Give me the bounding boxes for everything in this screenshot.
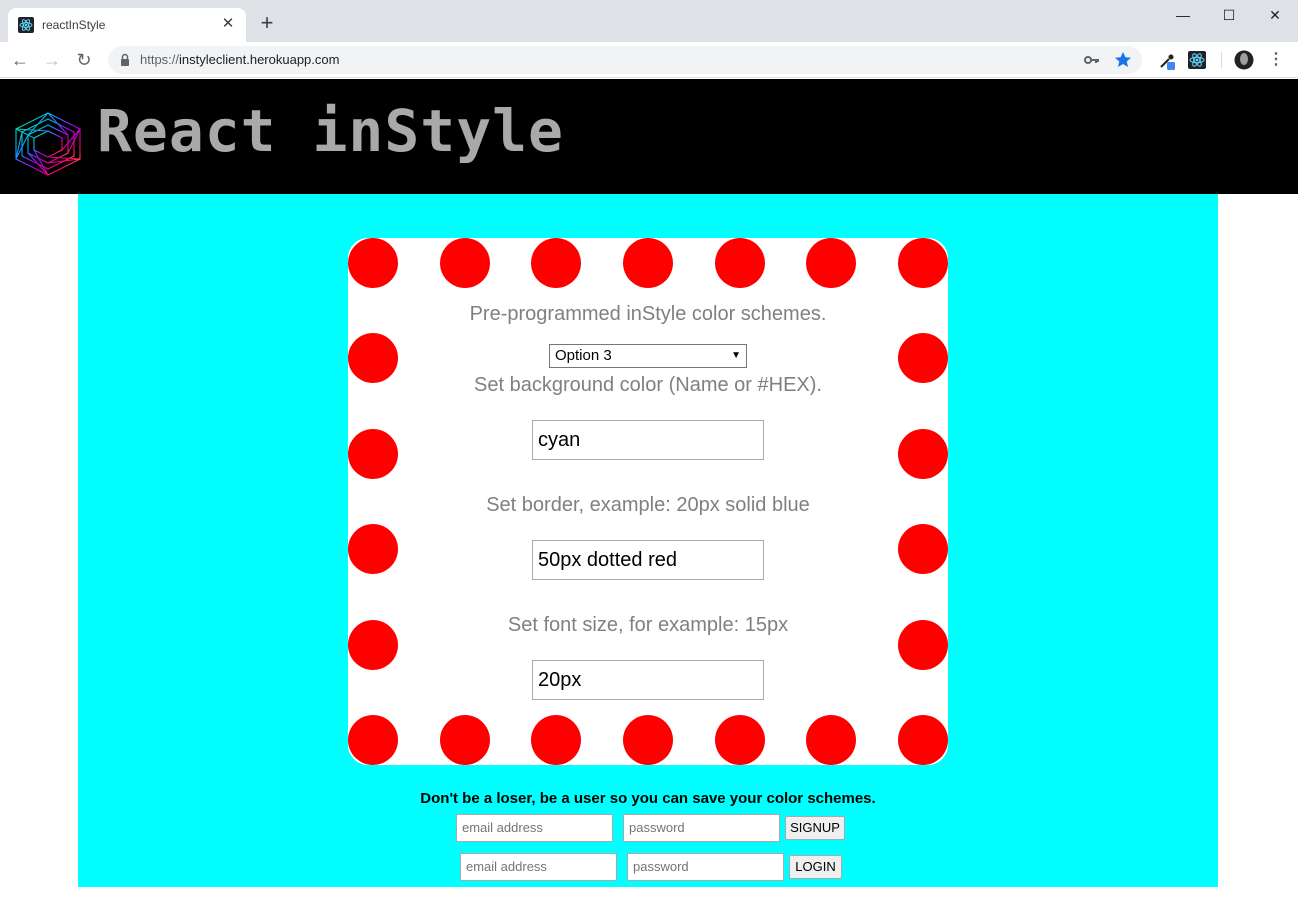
signup-email-input[interactable]: email address — [456, 814, 613, 842]
dropdown-arrow-icon: ▼ — [731, 350, 741, 361]
reload-icon[interactable]: ↻ — [72, 48, 96, 72]
close-window-icon[interactable]: ✕ — [1252, 4, 1298, 26]
url-text: https://instyleclient.herokuapp.com — [140, 52, 340, 67]
close-tab-icon[interactable]: ✕ — [218, 14, 238, 34]
login-email-input[interactable]: email address — [460, 853, 617, 881]
browser-toolbar: ← → ↻ https://instyleclient.herokuapp.co… — [0, 42, 1298, 78]
react-favicon-icon — [18, 17, 34, 33]
forward-icon[interactable]: → — [40, 48, 64, 72]
lock-icon — [121, 53, 129, 66]
site-header: React inStyle — [0, 79, 1298, 194]
address-bar[interactable]: https://instyleclient.herokuapp.com — [108, 46, 1142, 74]
react-devtools-icon[interactable] — [1187, 50, 1207, 70]
key-icon[interactable] — [1082, 50, 1102, 70]
logo-icon — [15, 112, 81, 176]
login-button[interactable]: LOGIN — [789, 855, 842, 879]
eyedropper-extension-icon[interactable] — [1158, 50, 1178, 70]
tab-title: reactInStyle — [42, 18, 106, 32]
menu-kebab-icon[interactable]: ⋮ — [1264, 48, 1288, 72]
card-form: Pre-programmed inStyle color schemes. Op… — [348, 238, 948, 765]
style-card: Pre-programmed inStyle color schemes. Op… — [348, 238, 948, 765]
scheme-select-value: Option 3 — [555, 347, 612, 364]
browser-tab[interactable]: reactInStyle ✕ — [8, 8, 246, 42]
color-scheme-select[interactable]: Option 3 ▼ — [549, 344, 747, 368]
font-size-label: Set font size, for example: 15px — [507, 614, 789, 636]
back-icon[interactable]: ← — [8, 48, 32, 72]
background-color-input[interactable]: cyan — [532, 420, 764, 460]
signup-message: Don't be a loser, be a user so you can s… — [420, 790, 876, 807]
login-password-input[interactable]: password — [627, 853, 784, 881]
scheme-label: Pre-programmed inStyle color schemes. — [469, 303, 827, 325]
font-size-input[interactable]: 20px — [532, 660, 764, 700]
signup-button[interactable]: SIGNUP — [785, 816, 845, 840]
border-input[interactable]: 50px dotted red — [532, 540, 764, 580]
toolbar-divider — [1221, 52, 1222, 68]
browser-tab-bar: reactInStyle ✕ + — ☐ ✕ — [0, 0, 1298, 42]
bookmark-star-icon[interactable] — [1113, 50, 1133, 70]
signup-password-input[interactable]: password — [623, 814, 780, 842]
profile-avatar-icon[interactable] — [1234, 50, 1254, 70]
border-label: Set border, example: 20px solid blue — [486, 494, 810, 516]
maximize-window-icon[interactable]: ☐ — [1206, 4, 1252, 26]
minimize-window-icon[interactable]: — — [1160, 4, 1206, 26]
site-title: React inStyle — [97, 97, 564, 165]
main-content: Pre-programmed inStyle color schemes. Op… — [78, 194, 1218, 887]
new-tab-icon[interactable]: + — [256, 12, 278, 34]
background-color-label: Set background color (Name or #HEX). — [474, 374, 822, 396]
